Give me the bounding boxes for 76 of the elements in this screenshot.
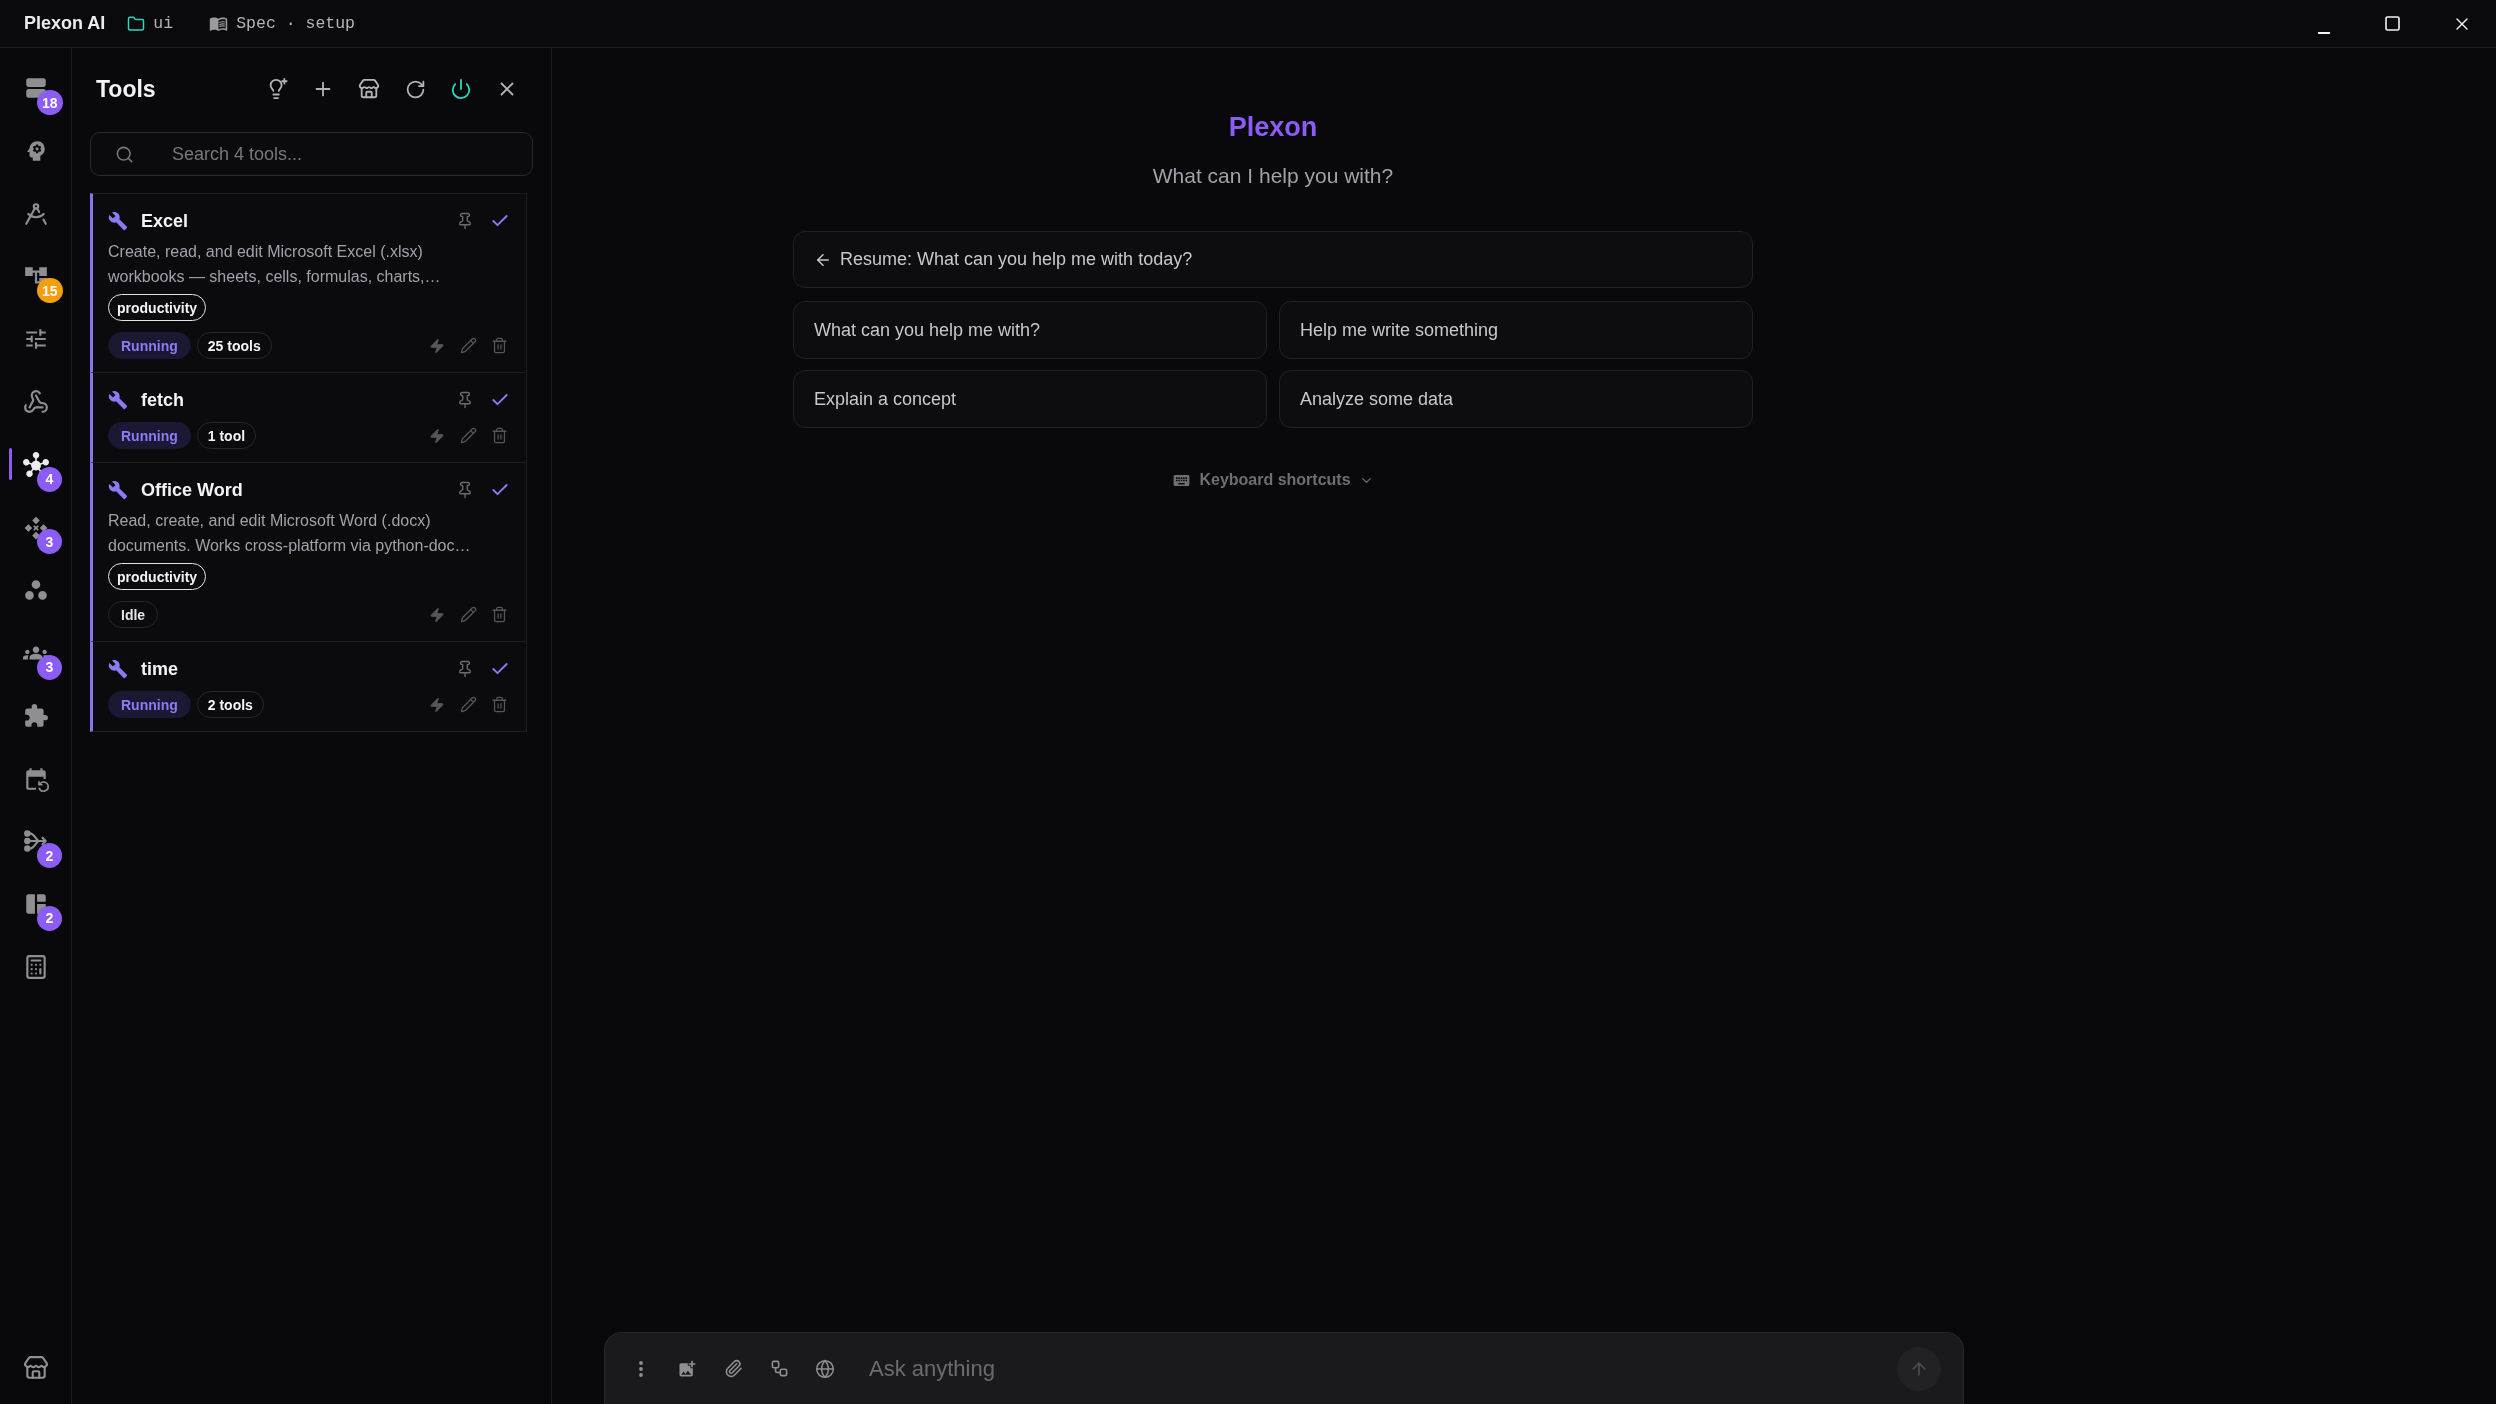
pin-icon [456, 212, 474, 230]
search-input[interactable]: Search 4 tools... [170, 142, 532, 166]
lightning-icon [429, 606, 445, 623]
suggestion-button[interactable]: Explain a concept [793, 370, 1267, 428]
minimize-icon [2317, 31, 2330, 34]
more-vertical-icon [639, 1360, 643, 1377]
trash-icon [490, 606, 508, 623]
count-badge: 15 [37, 278, 63, 304]
pin-icon [456, 481, 474, 499]
shortcuts-toggle[interactable]: Keyboard shortcuts [1172, 466, 1374, 494]
store-icon [22, 1354, 49, 1381]
composer-field[interactable]: Ask anything [604, 1332, 1964, 1404]
wrench-icon [108, 211, 128, 231]
count-badge: 3 [37, 529, 62, 555]
webhook-icon [22, 389, 49, 416]
pencil-icon [459, 696, 477, 713]
status-chip: Running [108, 691, 191, 718]
tool-description: Create, read, and edit Microsoft Excel (.xlsx) workbooks — sheets, cells, formulas, charts,… [108, 242, 442, 287]
count-badge: 2 [37, 905, 62, 931]
tool-name: time [141, 658, 178, 680]
resume-button[interactable]: Resume: What can you help me with today? [793, 231, 1753, 288]
maximize-icon [2385, 16, 2400, 31]
search-field[interactable]: Search 4 tools... [90, 132, 533, 176]
folder-icon [127, 14, 146, 33]
count-badge: 18 [37, 90, 63, 115]
folder-button[interactable]: ui [127, 14, 174, 33]
rail-button[interactable]: 18 [0, 57, 71, 120]
pin-icon [456, 391, 474, 409]
pencil-icon [459, 337, 477, 354]
brand-title: Plexon [1228, 111, 1318, 144]
image-plus-icon [677, 1358, 697, 1379]
rail-button[interactable]: 4 [0, 433, 71, 497]
count-badge: 2 [37, 843, 62, 868]
suggestion-button[interactable]: Help me write something [1279, 301, 1753, 359]
search-icon [115, 144, 134, 164]
drafting-compass-icon [22, 200, 49, 227]
puzzle-icon [22, 702, 49, 729]
panel-title: Tools [96, 75, 156, 103]
app-title: Plexon AI [24, 13, 106, 34]
status-chip: Running [108, 332, 191, 359]
tool-name: Office Word [141, 479, 243, 501]
rail-button[interactable]: 3 [0, 496, 71, 559]
suggestion-button[interactable]: What can you help me with? [793, 301, 1267, 359]
count-badge: 3 [37, 654, 62, 680]
pencil-icon [459, 606, 477, 623]
paperclip-icon [723, 1359, 743, 1378]
rail-button[interactable]: 15 [0, 245, 71, 308]
rail-button[interactable]: 2 [0, 872, 71, 936]
message-input[interactable]: Ask anything [867, 1354, 1897, 1383]
store-icon [358, 78, 380, 100]
status-chip: Running [108, 422, 191, 449]
suggestion-button[interactable]: Analyze some data [1279, 370, 1753, 428]
wrench-icon [108, 659, 128, 679]
lightning-icon [429, 696, 445, 713]
tool-name: Excel [141, 210, 189, 232]
wrench-icon [108, 390, 128, 410]
pencil-icon [459, 427, 477, 444]
pin-icon [456, 660, 474, 678]
tool-description: Read, create, and edit Microsoft Word (.docx) documents. Works cross-platform via python-doc… [108, 511, 472, 556]
lightning-icon [429, 427, 445, 444]
active-indicator [9, 447, 12, 480]
trash-icon [490, 337, 508, 354]
count-badge: 4 [37, 466, 62, 492]
subtitle: What can I help you with? [1152, 163, 1394, 189]
document-button[interactable]: Spec · setup [209, 14, 355, 33]
trash-icon [490, 696, 508, 713]
refresh-icon [404, 78, 426, 100]
rail-button[interactable]: 2 [0, 810, 71, 873]
trash-icon [490, 427, 508, 444]
tool-name: fetch [141, 389, 184, 411]
power-icon [450, 78, 472, 100]
lightning-icon [429, 337, 445, 354]
workflow-icon [769, 1359, 789, 1378]
globe-icon [815, 1358, 835, 1379]
wrench-icon [108, 480, 128, 500]
rail-button[interactable]: 3 [0, 621, 71, 685]
